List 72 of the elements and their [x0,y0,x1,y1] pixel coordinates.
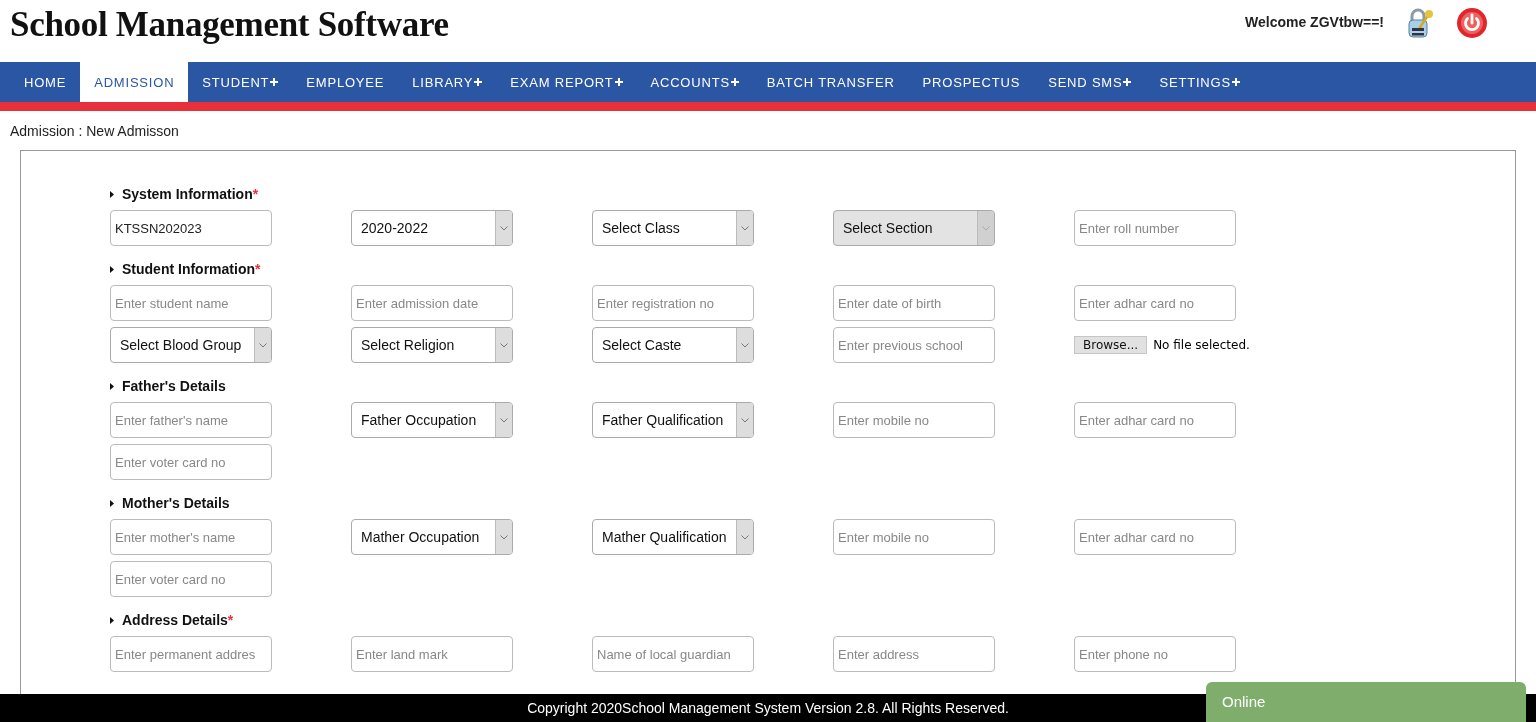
text-field[interactable]: Enter adhar card no [1074,285,1236,321]
text-field[interactable]: Enter date of birth [833,285,995,321]
dropdown[interactable]: Father Occupation [351,402,513,438]
required-mark: * [252,186,259,202]
chevron-icon [259,342,267,348]
chevron-icon [500,417,508,423]
nav-tab[interactable]: SEND SMS [1034,62,1146,102]
text-field[interactable]: Enter mobile no [833,402,995,438]
nav-tab[interactable]: PROSPECTUS [908,62,1035,102]
triangle-icon [110,616,114,624]
chevron-icon [982,225,990,231]
triangle-icon [110,382,114,390]
text-field[interactable]: Enter voter card no [110,561,272,597]
nav-tab[interactable]: STUDENT [188,62,293,102]
nav-tab[interactable]: BATCH TRANSFER [752,62,909,102]
dropdown[interactable]: 2020-2022 [351,210,513,246]
triangle-icon [110,265,114,273]
text-field[interactable]: Name of local guardian [592,636,754,672]
padlock-key-icon[interactable] [1406,7,1436,39]
text-field[interactable]: Enter registration no [592,285,754,321]
text-field[interactable]: Enter voter card no [110,444,272,480]
text-field[interactable]: KTSSN202023 [110,210,272,246]
chevron-icon [500,534,508,540]
browse-button[interactable]: Browse... [1074,336,1148,354]
text-field[interactable]: Enter address [833,636,995,672]
nav-tab[interactable]: SETTINGS [1145,62,1254,102]
text-field[interactable]: Enter father's name [110,402,272,438]
section-title: Father's Details [122,378,226,394]
section-title: Mother's Details [122,495,230,511]
text-field[interactable]: Enter mobile no [833,519,995,555]
text-field[interactable]: Enter mother's name [110,519,272,555]
text-field[interactable]: Enter admission date [351,285,513,321]
text-field[interactable]: Enter phone no [1074,636,1236,672]
dropdown[interactable]: Father Qualification [592,402,754,438]
nav-tab[interactable]: LIBRARY [398,62,497,102]
chevron-icon [741,417,749,423]
chevron-icon [741,534,749,540]
chevron-icon [741,225,749,231]
text-field[interactable]: Enter roll number [1074,210,1236,246]
chevron-icon [741,342,749,348]
text-field[interactable]: Enter student name [110,285,272,321]
dropdown[interactable]: Mather Occupation [351,519,513,555]
nav-tab[interactable]: HOME [10,62,81,102]
required-mark: * [255,261,261,277]
nav-tab[interactable]: EXAM REPORT [496,62,637,102]
text-field[interactable]: Enter previous school [833,327,995,363]
copyright-text: Copyright 2020School Management System Version 2.8. All Rights Reserved. [527,700,1009,716]
nav-tab[interactable]: EMPLOYEE [292,62,399,102]
chevron-icon [500,225,508,231]
text-field[interactable]: Enter adhar card no [1074,402,1236,438]
dropdown[interactable]: Mather Qualification [592,519,754,555]
text-field[interactable]: Enter adhar card no [1074,519,1236,555]
power-icon[interactable] [1456,7,1488,39]
text-field[interactable]: Enter permanent addres [110,636,272,672]
section-title: Address Details [122,612,228,628]
section-title: System Information [122,186,253,202]
file-status: No file selected. [1153,338,1250,352]
welcome-text: Welcome ZGVtbw==! [1245,14,1384,30]
dropdown[interactable]: Select Religion [351,327,513,363]
nav-tab[interactable]: ACCOUNTS [636,62,753,102]
nav-tab[interactable]: ADMISSION [80,62,189,102]
breadcrumb: Admission : New Admisson [10,123,180,139]
triangle-icon [110,190,114,198]
dropdown[interactable]: Select Blood Group [110,327,272,363]
required-mark: * [227,612,234,628]
app-title: School Management Software [10,5,450,45]
triangle-icon [110,499,114,507]
dropdown[interactable]: Select Class [592,210,754,246]
dropdown[interactable]: Select Caste [592,327,754,363]
text-field[interactable]: Enter land mark [351,636,513,672]
chevron-icon [500,342,508,348]
section-title: Student Information [122,261,255,277]
